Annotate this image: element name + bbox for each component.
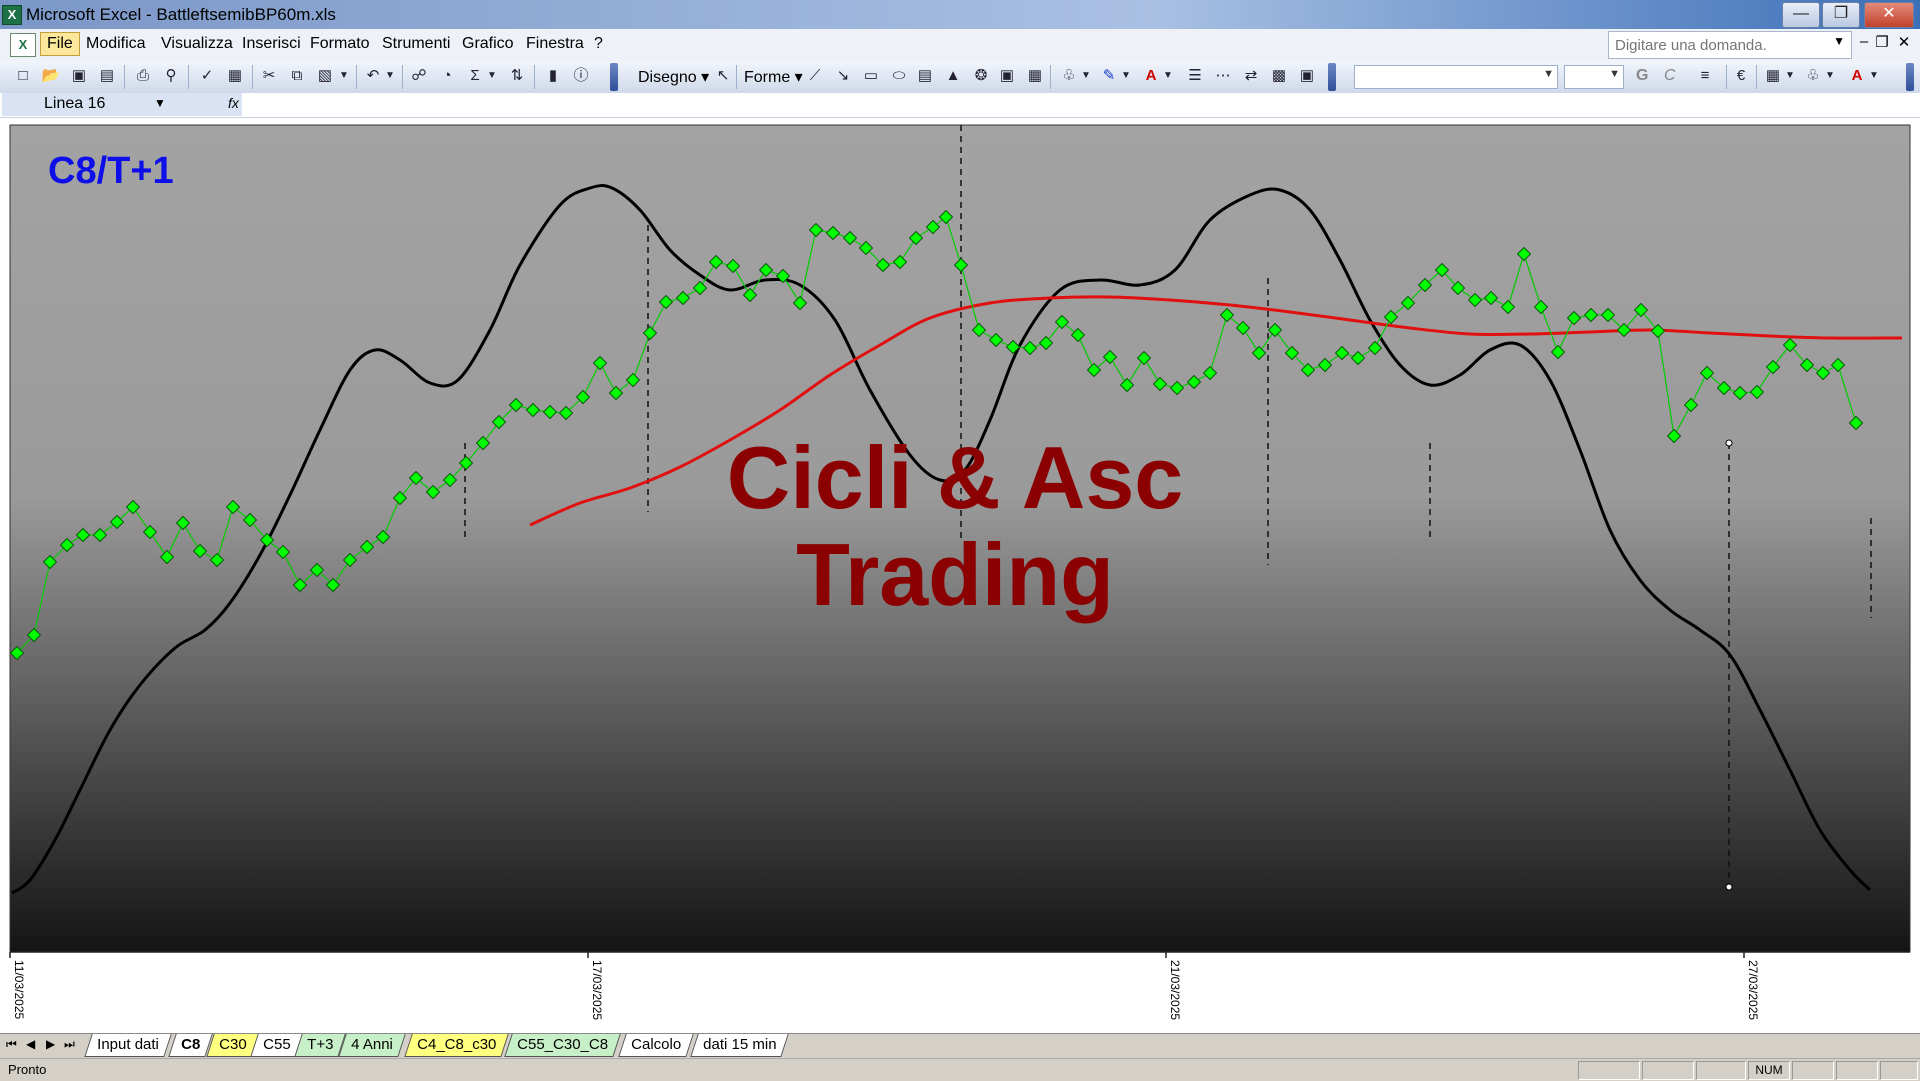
cycle-marker-endpoint: [1725, 883, 1733, 891]
x-tick-label: 11/03/2025: [12, 960, 26, 1020]
sheet-tab-dati-15-min[interactable]: dati 15 min: [690, 1034, 790, 1057]
num-lock-indicator: NUM: [1748, 1061, 1790, 1080]
status-panel: [1880, 1061, 1918, 1080]
status-bar: Pronto NUM: [0, 1058, 1920, 1081]
watermark: Cicli & Asc Trading: [630, 428, 1280, 624]
first-sheet-icon[interactable]: ⏮: [6, 1037, 17, 1052]
chart-label: C8/T+1: [48, 150, 174, 192]
status-panel: [1836, 1061, 1878, 1080]
sheet-tab-c55-c30-c8[interactable]: C55_C30_C8: [504, 1034, 621, 1057]
status-panel: [1696, 1061, 1746, 1080]
sheet-tabs-bar: ⏮ ◀ ▶ ⏭ Input dati C8 C30 C55 T+3 4 Anni…: [0, 1033, 1920, 1058]
status-panel: [1578, 1061, 1640, 1080]
sheet-tab-c8[interactable]: C8: [168, 1034, 213, 1057]
sheet-tab-4-anni[interactable]: 4 Anni: [338, 1034, 406, 1057]
sheet-tab-calcolo[interactable]: Calcolo: [618, 1034, 694, 1057]
status-panel: [1642, 1061, 1694, 1080]
x-tick-label: 27/03/2025: [1746, 960, 1760, 1021]
next-sheet-icon[interactable]: ▶: [46, 1037, 55, 1051]
last-sheet-icon[interactable]: ⏭: [64, 1037, 75, 1052]
prev-sheet-icon[interactable]: ◀: [26, 1037, 35, 1051]
cycle-marker-endpoint: [1725, 439, 1733, 447]
sheet-tab-c4-c8-c30[interactable]: C4_C8_c30: [404, 1034, 509, 1057]
sheet-tab-input-dati[interactable]: Input dati: [84, 1034, 172, 1057]
x-axis-ticks: [9, 952, 1745, 958]
status-text: Pronto: [8, 1062, 47, 1077]
watermark-line-1: Cicli & Asc: [726, 428, 1184, 527]
watermark-line-2: Trading: [796, 524, 1114, 624]
x-tick-label: 17/03/2025: [590, 960, 604, 1021]
x-tick-label: 21/03/2025: [1168, 960, 1182, 1021]
status-panel: [1792, 1061, 1834, 1080]
